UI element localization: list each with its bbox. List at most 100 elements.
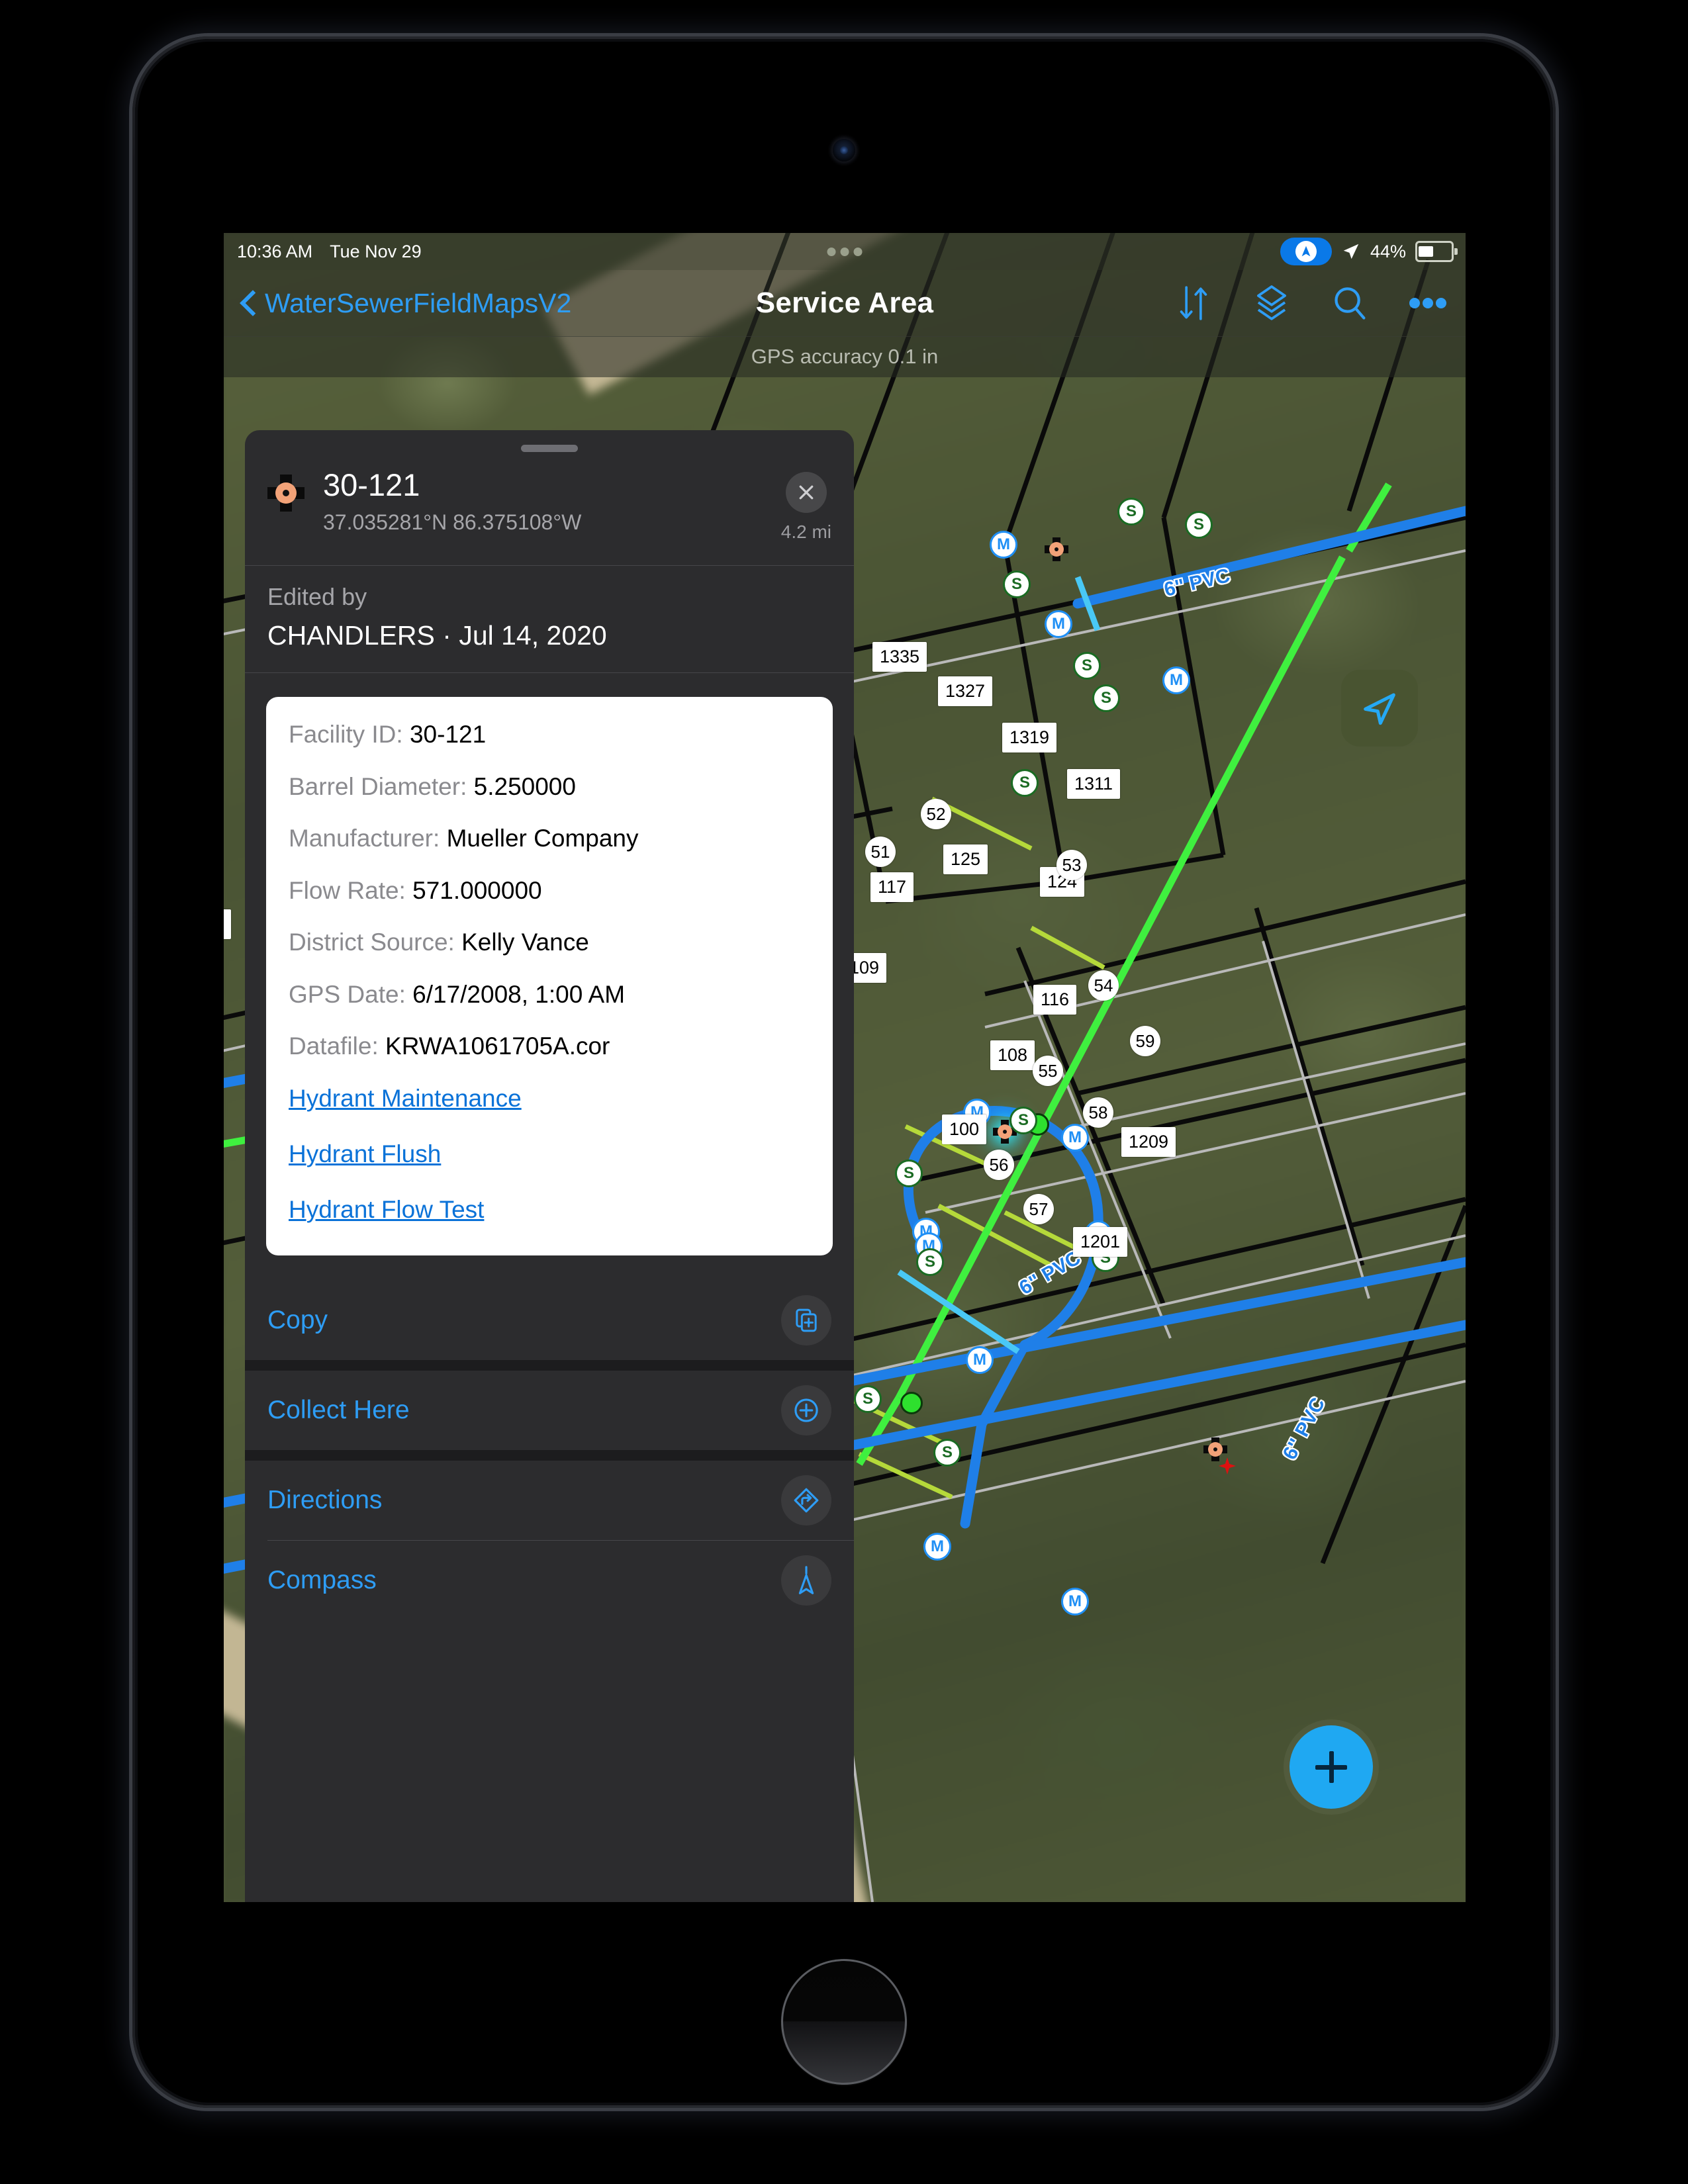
service-marker[interactable]: S [916,1248,944,1276]
hydrant-marker[interactable] [1045,537,1068,561]
compass-icon[interactable] [781,1555,831,1606]
status-time: 10:36 AM [237,241,313,261]
service-marker[interactable]: S [1003,570,1031,598]
close-icon [799,485,814,500]
map-parcel-label: 54 [1088,970,1119,1001]
manhole-marker[interactable]: M [1061,1588,1089,1615]
map-parcel-label: 59 [1130,1026,1160,1056]
map-parcel-label: 1201 [1073,1227,1128,1257]
attribute-row: District Source: Kelly Vance [289,929,810,957]
attribute-key: Barrel Diameter: [289,772,474,800]
edited-by-block: Edited by CHANDLERS · Jul 14, 2020 [245,566,854,673]
map-parcel-label: 125 [943,844,988,874]
status-dots-icon [827,247,863,256]
map-parcel-label: 51 [865,837,896,867]
manhole-marker[interactable]: M [1045,610,1072,638]
map-parcel-label: 56 [984,1150,1014,1180]
action-separator [245,1449,854,1461]
navigation-pill-icon[interactable] [1280,238,1332,265]
map-parcel-label: 52 [921,799,951,829]
related-record-link[interactable]: Hydrant Maintenance [289,1085,810,1113]
node-marker[interactable] [900,1392,923,1414]
feature-popup-panel: 30-121 37.035281°N 86.375108°W 4.2 mi Ed… [245,430,854,1902]
attribute-value: 5.250000 [473,772,576,800]
status-bar: 10:36 AM Tue Nov 29 44% [224,233,1466,270]
service-marker[interactable]: S [1073,652,1101,680]
hydrant-marker[interactable] [1203,1437,1227,1461]
manhole-marker[interactable]: M [966,1346,994,1374]
status-date: Tue Nov 29 [330,241,422,261]
attribute-key: Flow Rate: [289,876,413,904]
manhole-marker[interactable]: M [1061,1124,1089,1152]
home-button[interactable] [781,1959,907,2085]
service-marker[interactable]: S [1009,1107,1037,1134]
action-row-directions[interactable]: Directions [245,1460,854,1540]
feature-distance: 4.2 mi [780,522,831,542]
more-icon[interactable] [1409,284,1447,322]
action-label: Compass [267,1565,377,1594]
map-parcel-label: 53 [1056,850,1087,880]
battery-percent: 44% [1370,241,1406,261]
service-marker[interactable]: S [1011,769,1039,797]
attribute-value: 571.000000 [412,876,542,904]
close-button[interactable] [785,472,827,513]
attribute-value: 30-121 [409,721,487,748]
service-marker[interactable]: S [854,1385,882,1413]
service-marker[interactable]: S [895,1160,923,1187]
manhole-marker[interactable]: M [990,531,1017,559]
map-parcel-label: 1335 [872,642,927,672]
edited-by-label: Edited by [267,583,367,610]
map-parcel-label: 58 [1083,1097,1113,1128]
attribute-row: Facility ID: 30-121 [289,721,810,749]
sort-icon[interactable] [1174,284,1213,322]
popup-actions: Copy Collect Here Directions Compass [245,1280,854,1620]
attribute-key: Manufacturer: [289,825,447,852]
plus-circle-icon[interactable] [781,1385,831,1435]
action-label: Copy [267,1305,328,1334]
action-separator [245,1359,854,1371]
page-title: Service Area [755,287,934,319]
feature-coordinates: 37.035281°N 86.375108°W [323,510,582,535]
current-location-button[interactable] [1341,670,1418,747]
related-record-link[interactable]: Hydrant Flow Test [289,1196,810,1224]
gps-accuracy-bar: GPS accuracy 0.1 in [224,336,1466,377]
map-parcel-label: 100 [942,1115,987,1144]
layers-icon[interactable] [1252,284,1291,322]
service-marker[interactable]: S [933,1439,961,1467]
popup-header: 30-121 37.035281°N 86.375108°W 4.2 mi [245,452,854,566]
app-screen: 6" PVC 6" PVC 6" PVC M M M M M M M M M M [224,233,1466,1902]
attribute-row: GPS Date: 6/17/2008, 1:00 AM [289,981,810,1009]
action-row-compass[interactable]: Compass [245,1540,854,1620]
map-parcel-label: 55 [1033,1056,1063,1086]
service-marker[interactable]: S [1117,498,1145,525]
action-row-collect-here[interactable]: Collect Here [245,1370,854,1450]
back-button-label[interactable]: WaterSewerFieldMapsV2 [265,288,571,319]
attribute-row: Flow Rate: 571.000000 [289,877,810,905]
map-parcel-label: 117 [870,872,914,902]
attribute-value: Mueller Company [446,825,639,852]
manhole-marker[interactable]: M [1162,666,1190,694]
add-feature-button[interactable] [1289,1725,1373,1809]
edited-by-value: CHANDLERS · Jul 14, 2020 [267,620,607,651]
action-row-copy[interactable]: Copy [245,1280,854,1360]
map-parcel-label: 1 [224,909,232,939]
action-label: Collect Here [267,1395,410,1424]
attribute-key: District Source: [289,929,462,956]
search-icon[interactable] [1331,284,1369,322]
front-camera-icon [833,139,855,161]
attribute-value: KRWA1061705A.cor [385,1032,610,1060]
attribute-row: Manufacturer: Mueller Company [289,825,810,853]
attribute-row: Barrel Diameter: 5.250000 [289,773,810,801]
copy-icon[interactable] [781,1295,831,1345]
panel-drag-handle[interactable] [521,445,578,452]
app-nav-bar: WaterSewerFieldMapsV2 Service Area [224,270,1466,337]
directions-icon[interactable] [781,1475,831,1525]
location-arrow-icon [1343,244,1359,259]
manhole-marker[interactable]: M [923,1533,951,1561]
service-marker[interactable]: S [1185,511,1213,539]
related-record-link[interactable]: Hydrant Flush [289,1140,810,1168]
map-parcel-label: 57 [1023,1194,1054,1224]
attributes-card: Facility ID: 30-121 Barrel Diameter: 5.25… [266,697,833,1255]
back-chevron-icon[interactable] [241,291,256,316]
service-marker[interactable]: S [1092,684,1120,712]
